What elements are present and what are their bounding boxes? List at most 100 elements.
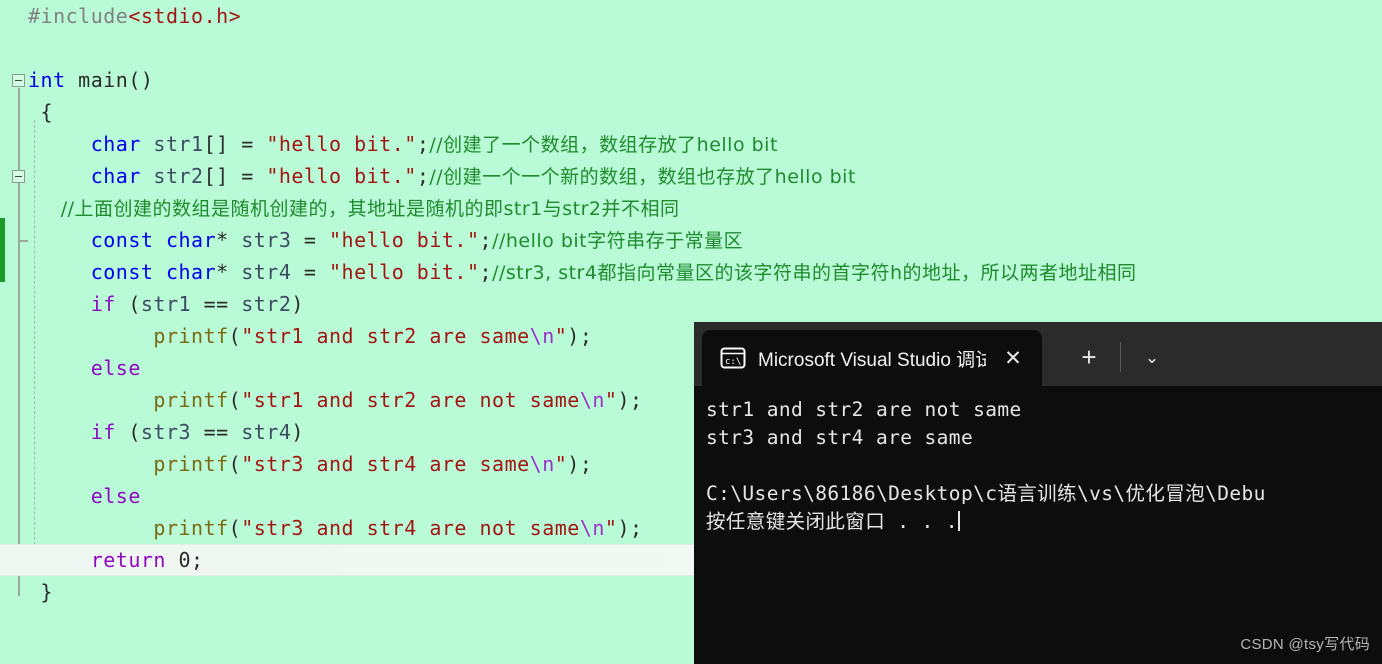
code-token: "hello bit." bbox=[266, 164, 417, 188]
code-token: ); bbox=[567, 324, 593, 348]
code-token: [] = bbox=[203, 132, 267, 156]
code-token: ; bbox=[479, 260, 493, 284]
code-token: const char bbox=[28, 260, 217, 284]
code-token: ; bbox=[416, 132, 430, 156]
code-token: ( bbox=[228, 388, 242, 412]
code-token: str3 bbox=[140, 420, 192, 444]
console-titlebar[interactable]: c:\ Microsoft Visual Studio 调试控 ✕ + ⌄ bbox=[694, 322, 1382, 386]
code-token: printf bbox=[28, 388, 229, 412]
code-token: printf bbox=[28, 452, 229, 476]
code-token: ; bbox=[191, 548, 204, 572]
code-token: = bbox=[291, 260, 330, 284]
code-token: ( bbox=[115, 292, 141, 316]
code-token: const char bbox=[28, 228, 217, 252]
code-fold-toggle[interactable] bbox=[12, 74, 25, 87]
code-fold-toggle[interactable] bbox=[12, 170, 25, 183]
code-token: return bbox=[28, 548, 166, 572]
code-token: " bbox=[604, 516, 618, 540]
code-line[interactable]: //上面创建的数组是随机创建的，其地址是随机的即str1与str2并不相同 bbox=[0, 192, 1382, 224]
code-token: ( bbox=[115, 420, 141, 444]
console-output-line: str1 and str2 are not same bbox=[706, 398, 1022, 421]
code-line[interactable] bbox=[0, 32, 1382, 64]
code-token: } bbox=[28, 580, 54, 604]
code-token: if bbox=[28, 292, 116, 316]
code-token: str4 bbox=[241, 420, 292, 444]
code-token: * bbox=[216, 260, 242, 284]
code-token: "hello bit." bbox=[329, 260, 480, 284]
code-token: #include bbox=[28, 4, 129, 28]
code-token: str1 bbox=[140, 292, 192, 316]
code-token: ( bbox=[228, 452, 242, 476]
new-tab-icon[interactable]: + bbox=[1072, 340, 1106, 374]
console-cmd-icon: c:\ bbox=[720, 347, 746, 369]
code-token: str2 bbox=[241, 292, 292, 316]
code-token: //创建了一个数组，数组存放了hello bit bbox=[429, 134, 778, 156]
code-token: "str3 and str4 are not same bbox=[241, 516, 580, 540]
code-token: main bbox=[65, 68, 129, 92]
code-token: \n bbox=[579, 516, 605, 540]
code-token: printf bbox=[28, 516, 229, 540]
console-tab-title: Microsoft Visual Studio 调试控 bbox=[758, 349, 986, 371]
console-output-area[interactable]: str1 and str2 are not same str3 and str4 … bbox=[694, 386, 1382, 664]
code-line[interactable]: { bbox=[0, 96, 1382, 128]
code-token: ) bbox=[291, 292, 304, 316]
code-token: * bbox=[216, 228, 242, 252]
code-token: " bbox=[604, 388, 618, 412]
code-line[interactable]: char str1[] = "hello bit.";//创建了一个数组，数组存… bbox=[0, 128, 1382, 160]
code-token: str1 bbox=[140, 132, 204, 156]
code-token: " bbox=[554, 452, 568, 476]
svg-text:c:\: c:\ bbox=[725, 357, 741, 367]
code-token: = bbox=[291, 228, 330, 252]
code-token: "str1 and str2 are not same bbox=[241, 388, 580, 412]
code-token: printf bbox=[28, 324, 229, 348]
code-token: char bbox=[28, 132, 141, 156]
code-token: ); bbox=[617, 516, 643, 540]
code-token: str4 bbox=[241, 260, 292, 284]
code-line[interactable]: char str2[] = "hello bit.";//创建一个一个新的数组，… bbox=[0, 160, 1382, 192]
code-token: ( bbox=[228, 516, 242, 540]
code-token: //上面创建的数组是随机创建的，其地址是随机的即str1与str2并不相同 bbox=[28, 198, 680, 220]
code-token: 0 bbox=[165, 548, 192, 572]
code-token: == bbox=[191, 420, 242, 444]
code-token: else bbox=[28, 356, 141, 380]
code-token: //str3, str4都指向常量区的该字符串的首字符h的地址，所以两者地址相同 bbox=[492, 262, 1137, 284]
code-token: ) bbox=[291, 420, 304, 444]
code-line[interactable]: #include<stdio.h> bbox=[0, 0, 1382, 32]
code-token: //创建一个一个新的数组，数组也存放了hello bit bbox=[429, 166, 856, 188]
code-token: " bbox=[554, 324, 568, 348]
code-token: { bbox=[28, 100, 54, 124]
close-icon[interactable]: ✕ bbox=[996, 341, 1030, 375]
code-token: "hello bit." bbox=[266, 132, 417, 156]
code-token: str3 bbox=[241, 228, 292, 252]
titlebar-divider bbox=[1120, 342, 1121, 372]
watermark-label: CSDN @tsy写代码 bbox=[1240, 636, 1370, 653]
code-token: \n bbox=[529, 452, 555, 476]
code-token: \n bbox=[579, 388, 605, 412]
code-token: "hello bit." bbox=[329, 228, 480, 252]
code-token: if bbox=[28, 420, 116, 444]
code-token: ( bbox=[228, 324, 242, 348]
console-tab[interactable]: c:\ Microsoft Visual Studio 调试控 ✕ bbox=[702, 330, 1042, 386]
code-line[interactable]: if (str1 == str2) bbox=[0, 288, 1382, 320]
code-token: [] = bbox=[203, 164, 267, 188]
code-token: str2 bbox=[140, 164, 204, 188]
debug-console-window[interactable]: c:\ Microsoft Visual Studio 调试控 ✕ + ⌄ st… bbox=[694, 322, 1382, 664]
code-token: ; bbox=[416, 164, 430, 188]
console-output-line: C:\Users\86186\Desktop\c语言训练\vs\优化冒泡\Deb… bbox=[706, 482, 1266, 505]
console-text-caret bbox=[957, 511, 960, 531]
code-token: \n bbox=[529, 324, 555, 348]
console-output-line: str3 and str4 are same bbox=[706, 426, 974, 449]
code-token: ; bbox=[479, 228, 493, 252]
code-token: //hello bit字符串存于常量区 bbox=[492, 230, 744, 252]
code-token: else bbox=[28, 484, 141, 508]
code-line[interactable]: const char* str4 = "hello bit.";//str3, … bbox=[0, 256, 1382, 288]
chevron-down-icon[interactable]: ⌄ bbox=[1135, 340, 1169, 374]
code-token: == bbox=[191, 292, 242, 316]
code-token: ); bbox=[617, 388, 643, 412]
code-token: () bbox=[128, 68, 154, 92]
code-line[interactable]: const char* str3 = "hello bit.";//hello … bbox=[0, 224, 1382, 256]
code-token: int bbox=[28, 68, 66, 92]
code-token: char bbox=[28, 164, 141, 188]
code-line[interactable]: int main() bbox=[0, 64, 1382, 96]
